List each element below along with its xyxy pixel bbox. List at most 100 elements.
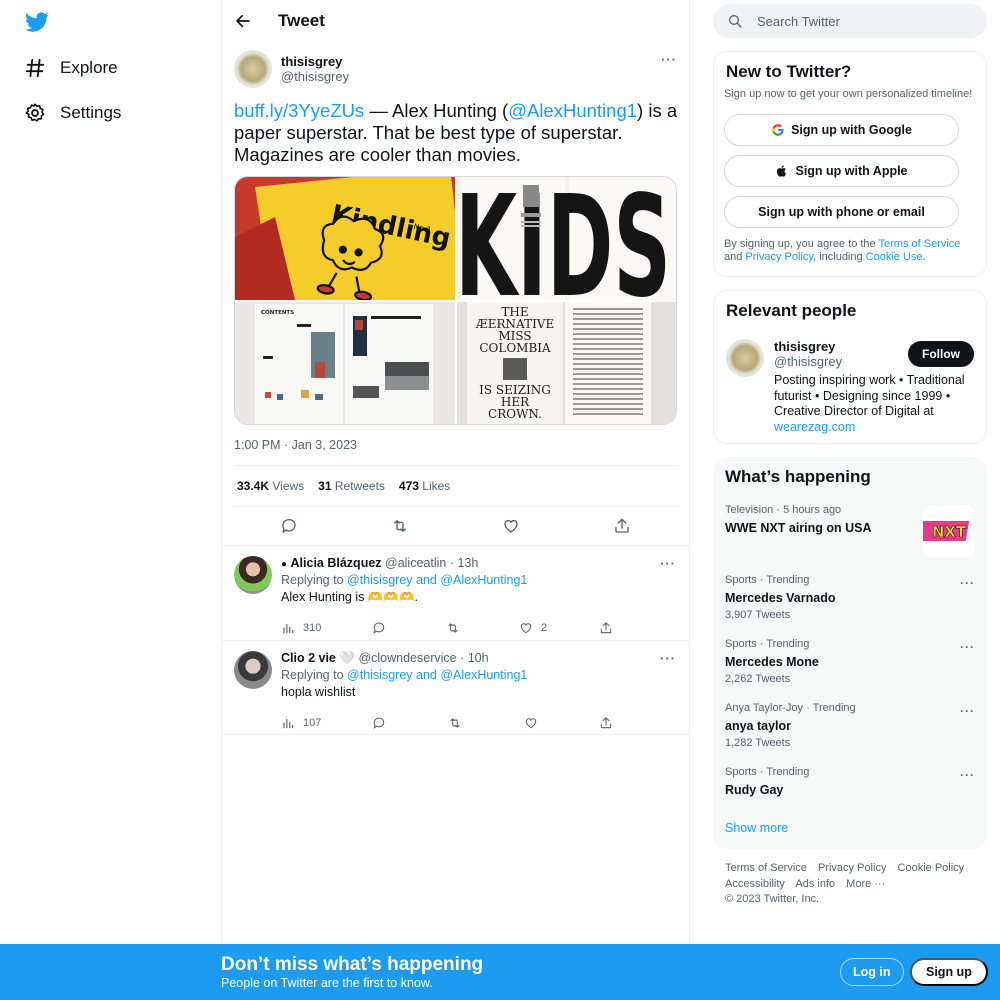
trend-item[interactable]: Sports · Trending Rudy Gay ··· <box>725 766 975 797</box>
more-icon[interactable]: ··· <box>660 556 676 571</box>
contents-label: CONTENTS <box>261 310 294 316</box>
trend-item[interactable]: Television · 5 hours ago WWE NXT airing … <box>725 504 915 535</box>
likes-stat[interactable]: 473 Likes <box>399 479 450 493</box>
footer-link-cookie[interactable]: Cookie Policy <box>898 862 965 874</box>
footer-link-accessibility[interactable]: Accessibility <box>725 878 785 890</box>
signup-phone-email-button[interactable]: Sign up with phone or email <box>724 196 959 228</box>
media-image-miss-colombia[interactable]: THE ÆERNATIVE MISS COLOMBIA IS SEIZING H… <box>457 302 676 424</box>
copyright: © 2023 Twitter, Inc. <box>725 893 820 905</box>
more-icon[interactable]: ··· <box>661 52 677 67</box>
panel-title: Relevant people <box>726 301 857 320</box>
more-icon[interactable]: ··· <box>960 704 975 718</box>
tweet-timestamp[interactable]: 1:00 PM · Jan 3, 2023 <box>234 438 357 452</box>
views-action[interactable]: 310 <box>281 621 321 635</box>
avatar[interactable] <box>234 556 272 594</box>
person-name[interactable]: thisisgrey <box>774 339 835 354</box>
signup-apple-button[interactable]: Sign up with Apple <box>724 155 959 187</box>
login-button[interactable]: Log in <box>840 958 904 986</box>
tweet-text: buff.ly/3YyeZUs — Alex Hunting (@AlexHun… <box>234 100 679 166</box>
more-icon[interactable]: ··· <box>960 640 975 654</box>
signup-google-button[interactable]: Sign up with Google <box>724 114 959 146</box>
arrow-left-icon[interactable] <box>234 12 252 30</box>
retweet-icon[interactable] <box>391 517 409 535</box>
retweet-action[interactable] <box>446 621 468 635</box>
media-image-kindling[interactable]: Kindling No.1 <box>235 177 455 300</box>
footer-link-more[interactable]: More ··· <box>846 878 885 890</box>
tweet-media-grid[interactable]: Kindling No.1 KIDS CONTENTS THE ÆERNATIV… <box>234 176 677 425</box>
views-action[interactable]: 107 <box>281 716 321 730</box>
reply-author-handle[interactable]: @aliceatlin <box>385 556 446 570</box>
like-icon[interactable] <box>502 517 520 535</box>
more-icon[interactable]: ··· <box>660 651 676 666</box>
right-sidebar: New to Twitter? Sign up now to get your … <box>713 0 988 944</box>
follow-button[interactable]: Follow <box>908 341 974 367</box>
reply-time[interactable]: · 10h <box>460 651 489 665</box>
avatar[interactable] <box>234 50 272 88</box>
replying-to-users[interactable]: @thisisgrey and @AlexHunting1 <box>347 668 527 682</box>
trend-title: Mercedes Varnado <box>725 591 836 605</box>
replying-to-users[interactable]: @thisisgrey and @AlexHunting1 <box>347 573 527 587</box>
like-action[interactable]: 2 <box>519 621 547 635</box>
person-handle[interactable]: @thisisgrey <box>774 354 842 369</box>
reply-tweet[interactable]: Clio 2 vie 🤍 @clowndeservice · 10h ··· R… <box>222 640 690 735</box>
reply-time[interactable]: · 13h <box>450 556 479 570</box>
footer-link-privacy[interactable]: Privacy Policy <box>818 862 886 874</box>
author-name[interactable]: thisisgrey <box>281 54 342 69</box>
terms-link[interactable]: Terms of Service <box>879 238 961 250</box>
reply-author-name[interactable]: Alicia Blázquez <box>291 556 382 570</box>
reply-views-count: 310 <box>303 622 322 634</box>
nav-item-settings[interactable]: Settings <box>24 98 121 128</box>
views-label: Views <box>272 479 305 493</box>
kindling-cover-art: Kindling No.1 <box>235 177 455 300</box>
reply-icon[interactable] <box>280 517 298 535</box>
reply-action[interactable] <box>372 716 394 730</box>
search-input[interactable] <box>757 13 957 29</box>
more-icon[interactable]: ··· <box>960 768 975 782</box>
trend-count: 3,907 Tweets <box>725 609 791 621</box>
replying-to: Replying to @thisisgrey and @AlexHunting… <box>281 573 527 587</box>
signup-button[interactable]: Sign up <box>910 958 988 986</box>
reply-tweet[interactable]: ● Alicia Blázquez @aliceatlin · 13h ··· … <box>222 545 690 640</box>
reply-author-handle[interactable]: @clowndeservice <box>358 651 456 665</box>
trend-item[interactable]: Sports · Trending Mercedes Mone 2,262 Tw… <box>725 638 975 685</box>
retweet-action[interactable] <box>448 716 470 730</box>
trend-item[interactable]: Anya Taylor-Joy · Trending anya taylor 1… <box>725 702 975 749</box>
footer-link-ads-info[interactable]: Ads info <box>795 878 835 890</box>
retweets-stat[interactable]: 31 Retweets <box>318 479 385 493</box>
reply-header: ● Alicia Blázquez @aliceatlin · 13h <box>281 556 478 570</box>
author-handle[interactable]: @thisisgrey <box>281 69 349 84</box>
verified-dot-icon: ● <box>281 559 288 570</box>
reply-header: Clio 2 vie 🤍 @clowndeservice · 10h <box>281 651 489 666</box>
tweet-mention[interactable]: @AlexHunting1 <box>508 100 637 121</box>
share-action[interactable] <box>599 621 621 635</box>
reply-views-count: 107 <box>303 717 322 729</box>
share-action[interactable] <box>599 716 621 730</box>
media-image-contents[interactable]: CONTENTS <box>235 302 455 424</box>
reply-author-name[interactable]: Clio 2 vie <box>281 651 336 665</box>
nav-item-explore[interactable]: Explore <box>24 53 118 83</box>
avatar[interactable] <box>234 651 272 689</box>
footer-link-terms[interactable]: Terms of Service <box>725 862 807 874</box>
banner-title: Don’t miss what’s happening <box>221 954 484 975</box>
kids-headline: KIDS <box>457 177 671 300</box>
more-icon[interactable]: ··· <box>960 576 975 590</box>
media-image-kids[interactable]: KIDS <box>457 177 676 300</box>
relevant-people-panel: Relevant people thisisgrey @thisisgrey F… <box>713 290 987 444</box>
share-icon[interactable] <box>613 517 631 535</box>
cookie-use-link[interactable]: Cookie Use <box>866 251 923 263</box>
bio-link[interactable]: wearezag.com <box>774 420 855 434</box>
search-bar[interactable] <box>713 4 987 38</box>
whats-happening-panel: What’s happening Television · 5 hours ag… <box>713 457 987 849</box>
avatar[interactable] <box>726 339 764 377</box>
reply-action[interactable] <box>372 621 394 635</box>
trend-thumbnail[interactable]: NXT <box>923 505 975 557</box>
tweet-link[interactable]: buff.ly/3YyeZUs <box>234 100 364 121</box>
contents-spread-art: CONTENTS <box>235 302 455 424</box>
show-more-link[interactable]: Show more <box>725 821 788 835</box>
like-action[interactable] <box>524 716 546 730</box>
page-title: Tweet <box>278 11 325 30</box>
trend-item[interactable]: Sports · Trending Mercedes Varnado 3,907… <box>725 574 975 621</box>
twitter-bird-icon[interactable] <box>24 10 50 34</box>
privacy-link[interactable]: Privacy Policy <box>745 251 813 263</box>
likes-label: Likes <box>422 479 451 493</box>
